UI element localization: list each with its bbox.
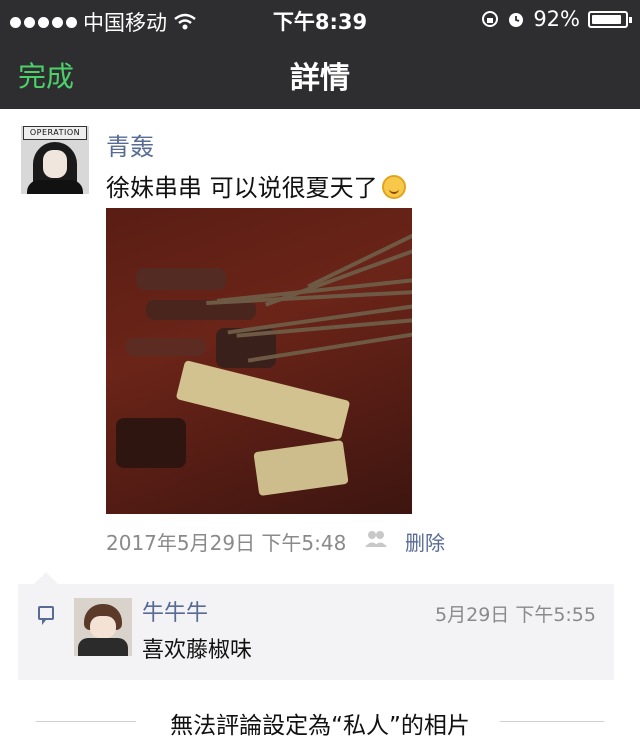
alarm-icon: [509, 13, 524, 27]
author-name[interactable]: 青轰: [106, 127, 154, 162]
battery-icon: [588, 10, 632, 28]
avatar-label: OPERATION: [23, 126, 87, 140]
status-bar: 中国移动 下午8:39 92%: [0, 0, 640, 40]
comment-time: 5月29日 下午5:55: [435, 604, 596, 626]
smile-emoji-icon: [381, 175, 406, 199]
delete-button[interactable]: 删除: [405, 527, 445, 556]
post-timestamp: 2017年5月29日 下午5:48: [106, 531, 347, 555]
private-notice: 無法評論設定為“私人”的相片: [0, 706, 640, 740]
post-content: 徐妹串串 可以说很夏天了: [106, 174, 378, 202]
commenter-name[interactable]: 牛牛牛: [142, 595, 208, 627]
page-title: 詳情: [290, 61, 350, 96]
author-avatar[interactable]: OPERATION: [21, 126, 89, 194]
people-icon[interactable]: [364, 529, 388, 549]
private-notice-text: 無法評論設定為“私人”的相片: [160, 713, 480, 739]
commenter-avatar[interactable]: [74, 598, 132, 656]
nav-bar: 完成 詳情: [0, 40, 640, 109]
comment-icon: [38, 606, 54, 625]
post-text-row: 徐妹串串 可以说很夏天了: [106, 168, 406, 203]
status-right: 92%: [481, 7, 632, 31]
comment-list: 牛牛牛 5月29日 下午5:55 喜欢藤椒味: [18, 584, 614, 680]
comment-text[interactable]: 喜欢藤椒味: [142, 632, 252, 664]
battery-percent: 92%: [533, 7, 580, 31]
comment-pointer: [34, 572, 58, 584]
post-photo[interactable]: [106, 208, 412, 514]
rotation-lock-icon: [482, 11, 499, 27]
